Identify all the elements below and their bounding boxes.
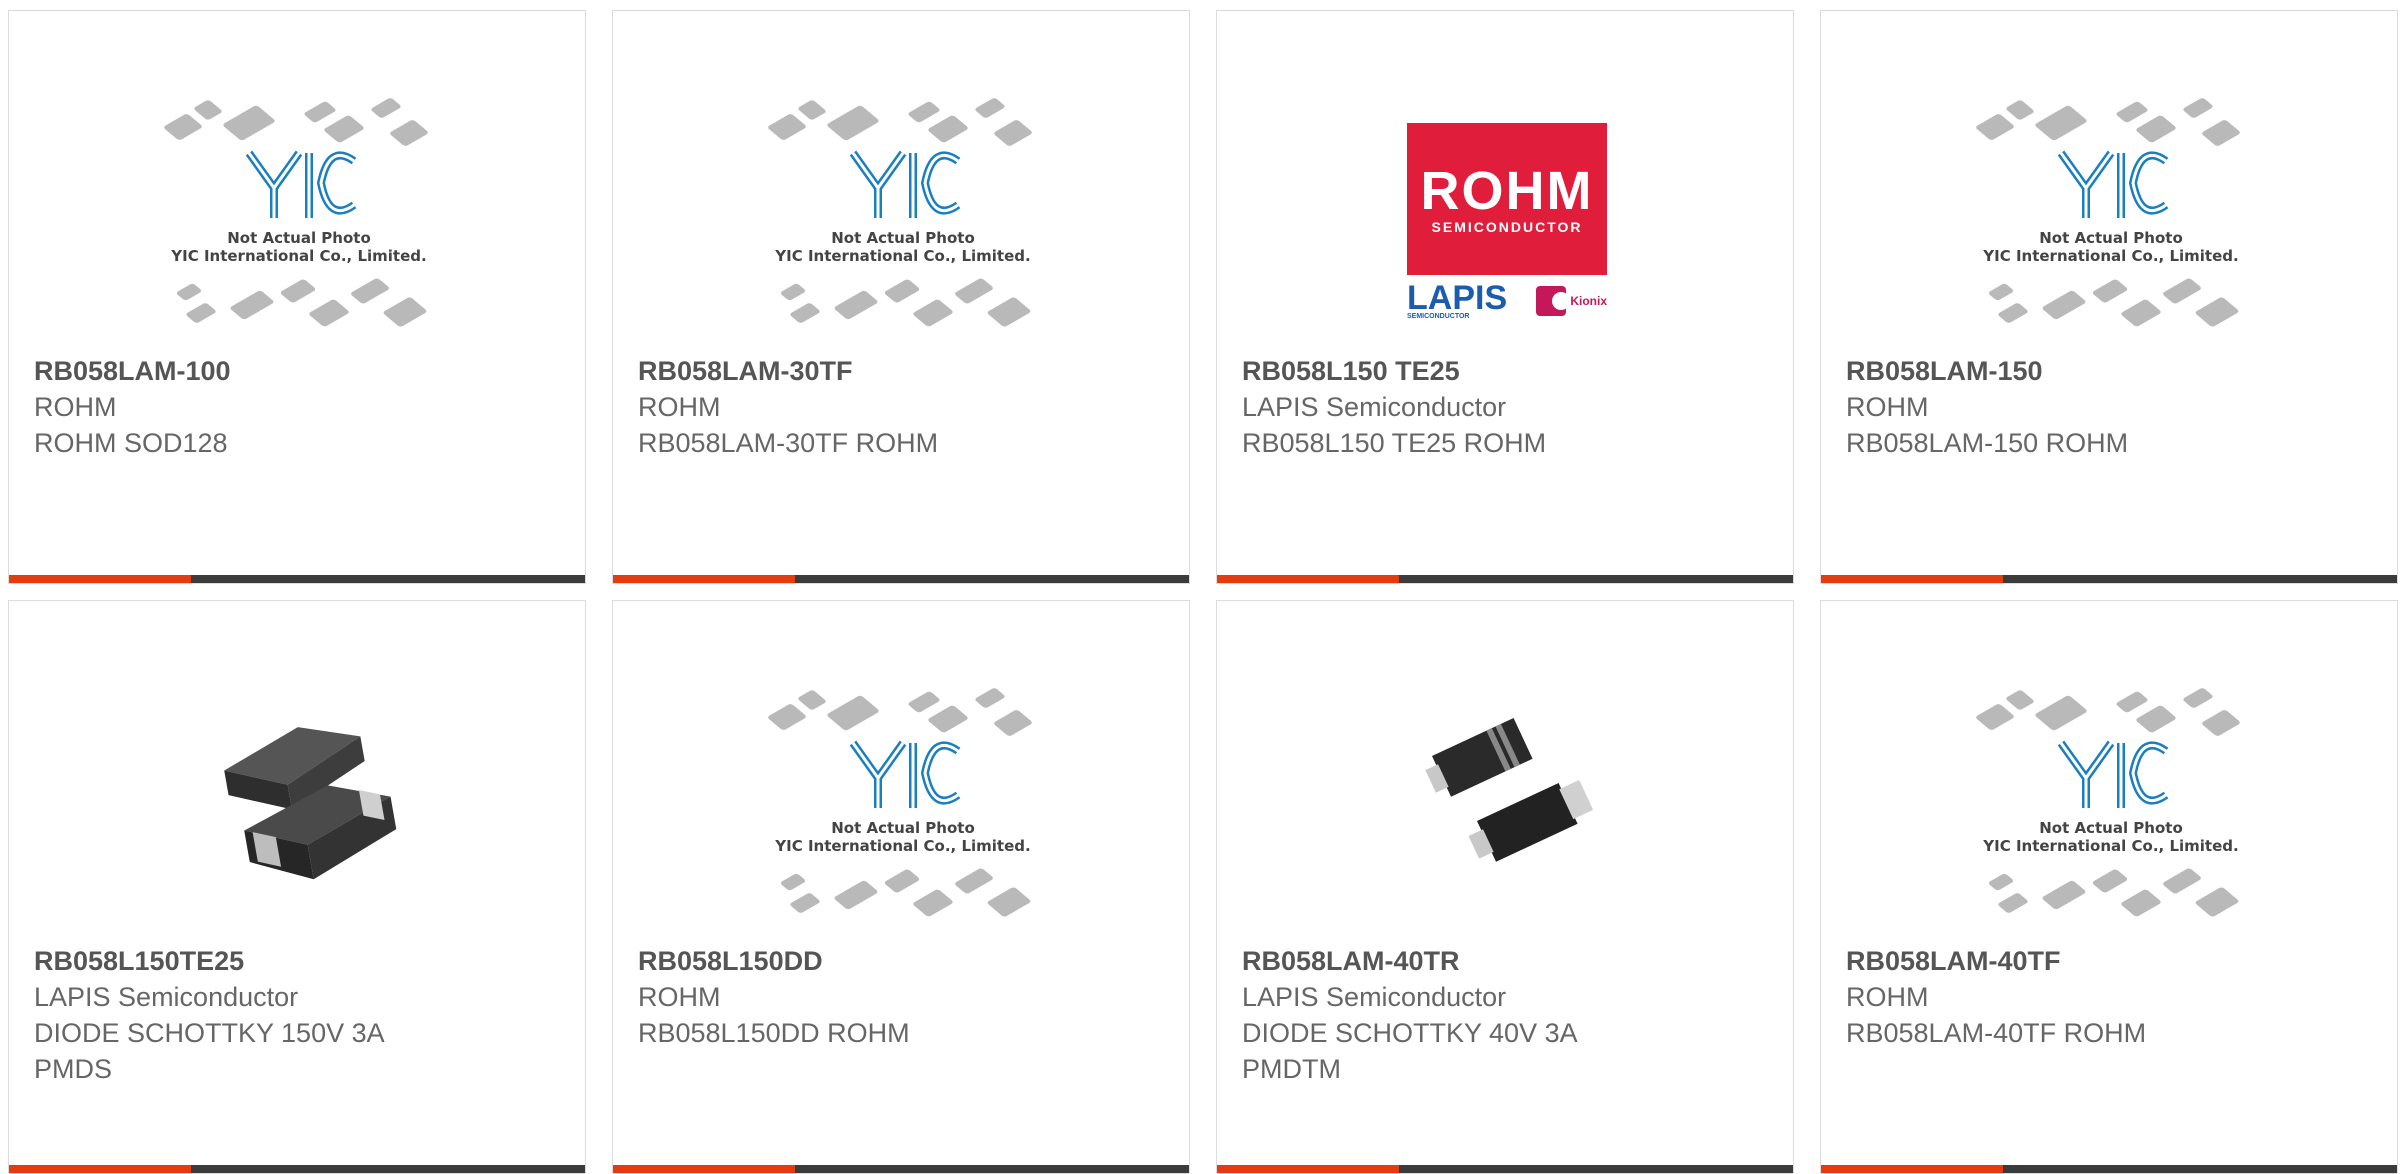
product-info: RB058L150DD ROHM RB058L150DD ROHM <box>638 943 1169 1051</box>
manufacturer: ROHM <box>1846 392 1929 422</box>
product-image[interactable]: Not Actual Photo YIC International Co., … <box>763 91 1043 351</box>
placeholder-image: Not Actual Photo YIC International Co., … <box>159 91 439 351</box>
lapis-logo: LAPIS SEMICONDUCTOR <box>1407 278 1508 320</box>
card-bottom-bar <box>1217 1165 1793 1173</box>
part-number-link[interactable]: RB058LAM-30TF <box>638 353 1169 389</box>
product-image[interactable] <box>1367 681 1647 941</box>
card-accent <box>1821 575 2003 583</box>
card-bottom-bar <box>9 575 585 583</box>
product-info: RB058LAM-40TF ROHM RB058LAM-40TF ROHM <box>1846 943 2377 1051</box>
card-accent <box>613 575 795 583</box>
product-image[interactable]: ROHM SEMICONDUCTOR LAPIS SEMICONDUCTOR K… <box>1367 91 1647 351</box>
product-info: RB058LAM-150 ROHM RB058LAM-150 ROHM <box>1846 353 2377 461</box>
part-number-link[interactable]: RB058LAM-40TF <box>1846 943 2377 979</box>
placeholder-line2: YIC International Co., Limited. <box>171 247 427 265</box>
description: DIODE SCHOTTKY 40V 3A PMDTM <box>1242 1018 1577 1084</box>
product-image[interactable]: Not Actual Photo YIC International Co., … <box>1971 91 2251 351</box>
manufacturer: ROHM <box>1846 982 1929 1012</box>
card-accent <box>1217 1165 1399 1173</box>
card-bottom-bar <box>9 1165 585 1173</box>
product-card[interactable]: Not Actual Photo YIC International Co., … <box>1820 600 2398 1174</box>
product-info: RB058LAM-30TF ROHM RB058LAM-30TF ROHM <box>638 353 1169 461</box>
yic-logo-icon <box>2057 740 2169 808</box>
card-accent <box>9 1165 191 1173</box>
manufacturer: LAPIS Semiconductor <box>1242 982 1507 1012</box>
description: DIODE SCHOTTKY 150V 3A PMDS <box>34 1018 384 1084</box>
placeholder-line1: Not Actual Photo <box>2039 229 2183 247</box>
description: RB058LAM-30TF ROHM <box>638 428 939 458</box>
placeholder-line2: YIC International Co., Limited. <box>1983 247 2239 265</box>
card-accent <box>613 1165 795 1173</box>
product-image[interactable]: Not Actual Photo YIC International Co., … <box>1971 681 2251 941</box>
placeholder-image: Not Actual Photo YIC International Co., … <box>1971 681 2251 941</box>
kionix-logo: Kionix <box>1536 286 1607 316</box>
card-bottom-bar <box>1821 1165 2397 1173</box>
product-card[interactable]: Not Actual Photo YIC International Co., … <box>8 10 586 584</box>
yic-logo-icon <box>245 150 357 218</box>
yic-logo-icon <box>2057 150 2169 218</box>
product-image[interactable]: Not Actual Photo YIC International Co., … <box>763 681 1043 941</box>
manufacturer: ROHM <box>638 392 721 422</box>
card-bottom-bar <box>1217 575 1793 583</box>
manufacturer: ROHM <box>638 982 721 1012</box>
yic-logo-icon <box>849 740 961 808</box>
diode-pmds-photo <box>224 727 397 880</box>
part-number-link[interactable]: RB058LAM-100 <box>34 353 565 389</box>
part-number-link[interactable]: RB058LAM-150 <box>1846 353 2377 389</box>
description: ROHM SOD128 <box>34 428 228 458</box>
description: RB058LAM-40TF ROHM <box>1846 1018 2147 1048</box>
product-info: RB058L150 TE25 LAPIS Semiconductor RB058… <box>1242 353 1773 461</box>
placeholder-line1: Not Actual Photo <box>227 229 371 247</box>
part-number-link[interactable]: RB058L150TE25 <box>34 943 565 979</box>
manufacturer: LAPIS Semiconductor <box>1242 392 1507 422</box>
product-image[interactable] <box>159 681 439 941</box>
product-grid: Not Actual Photo YIC International Co., … <box>8 10 2398 1174</box>
placeholder-line2: YIC International Co., Limited. <box>1983 837 2239 855</box>
placeholder-line2: YIC International Co., Limited. <box>775 247 1031 265</box>
product-card[interactable]: RB058L150TE25 LAPIS Semiconductor DIODE … <box>8 600 586 1174</box>
yic-logo-icon <box>849 150 961 218</box>
part-number-link[interactable]: RB058L150 TE25 <box>1242 353 1773 389</box>
description: RB058L150 TE25 ROHM <box>1242 428 1547 458</box>
product-info: RB058L150TE25 LAPIS Semiconductor DIODE … <box>34 943 565 1087</box>
product-image[interactable]: Not Actual Photo YIC International Co., … <box>159 91 439 351</box>
card-accent <box>1821 1165 2003 1173</box>
card-bottom-bar <box>613 575 1189 583</box>
product-info: RB058LAM-40TR LAPIS Semiconductor DIODE … <box>1242 943 1773 1087</box>
product-card[interactable]: ROHM SEMICONDUCTOR LAPIS SEMICONDUCTOR K… <box>1216 10 1794 584</box>
product-info: RB058LAM-100 ROHM ROHM SOD128 <box>34 353 565 461</box>
description: RB058LAM-150 ROHM <box>1846 428 2129 458</box>
card-accent <box>1217 575 1399 583</box>
product-card[interactable]: Not Actual Photo YIC International Co., … <box>612 600 1190 1174</box>
placeholder-line2: YIC International Co., Limited. <box>775 837 1031 855</box>
placeholder-line1: Not Actual Photo <box>831 229 975 247</box>
placeholder-image: Not Actual Photo YIC International Co., … <box>763 91 1043 351</box>
diode-pmdtm-photo <box>1425 717 1594 862</box>
card-accent <box>9 575 191 583</box>
rohm-logo: ROHM SEMICONDUCTOR <box>1407 122 1607 275</box>
card-bottom-bar <box>613 1165 1189 1173</box>
product-card[interactable]: RB058LAM-40TR LAPIS Semiconductor DIODE … <box>1216 600 1794 1174</box>
placeholder-image: Not Actual Photo YIC International Co., … <box>1971 91 2251 351</box>
manufacturer: LAPIS Semiconductor <box>34 982 299 1012</box>
product-card[interactable]: Not Actual Photo YIC International Co., … <box>1820 10 2398 584</box>
placeholder-line1: Not Actual Photo <box>2039 819 2183 837</box>
placeholder-image: Not Actual Photo YIC International Co., … <box>763 681 1043 941</box>
manufacturer: ROHM <box>34 392 117 422</box>
placeholder-line1: Not Actual Photo <box>831 819 975 837</box>
part-number-link[interactable]: RB058LAM-40TR <box>1242 943 1773 979</box>
kionix-icon <box>1536 286 1571 316</box>
description: RB058L150DD ROHM <box>638 1018 910 1048</box>
part-number-link[interactable]: RB058L150DD <box>638 943 1169 979</box>
product-card[interactable]: Not Actual Photo YIC International Co., … <box>612 10 1190 584</box>
card-bottom-bar <box>1821 575 2397 583</box>
